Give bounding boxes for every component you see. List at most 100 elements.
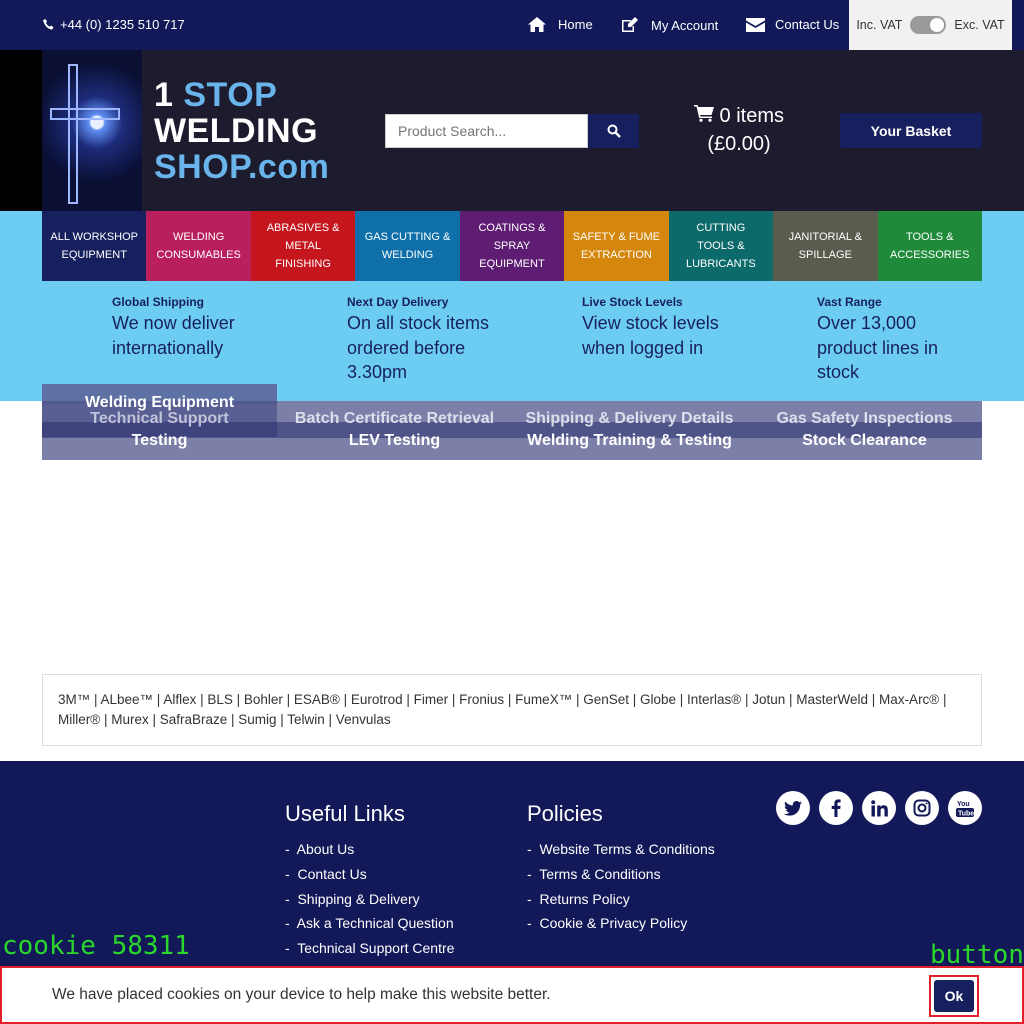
menu-lev-testing[interactable]: LEV Testing [277,432,512,450]
menu-shipping-delivery[interactable]: Shipping & Delivery Details [512,410,747,428]
policy-link[interactable]: Cookie & Privacy Policy [527,911,715,936]
benefit-title: Next Day Delivery [347,295,449,309]
cookie-ok-button[interactable]: Ok [934,980,974,1012]
category-label: LUBRICANTS [686,258,756,270]
category-label: WELDING [381,249,434,261]
linkedin-icon[interactable] [862,791,896,825]
policy-link[interactable]: Terms & Conditions [527,862,715,887]
category-label: CONSUMABLES [156,249,241,261]
category-tile[interactable]: TOOLS & ACCESSORIES [877,211,982,281]
category-label: EQUIPMENT [479,258,545,270]
welder-logo-image[interactable] [42,50,142,211]
category-label: TOOLS & [697,240,745,252]
menu-stock-clearance[interactable]: Stock Clearance [747,432,982,450]
benefit-vast-range: Vast Range Over 13,000 product lines in … [817,293,997,385]
category-label: WELDING [172,231,225,243]
category-label: JANITORIAL & [788,231,862,243]
policies-list: Website Terms & ConditionsTerms & Condit… [527,837,715,936]
envelope-icon [746,17,765,32]
footer-link[interactable]: Shipping & Delivery [285,887,482,912]
category-label: TOOLS & [905,231,954,243]
cookie-banner: We have placed cookies on your device to… [0,966,1024,1024]
cookie-message: We have placed cookies on your device to… [52,986,551,1003]
category-tile[interactable]: CUTTING TOOLS & LUBRICANTS [668,211,774,281]
footer-link[interactable]: Technical Support Centre [285,936,482,961]
policies: Policies Website Terms & ConditionsTerms… [527,801,715,936]
footer-link[interactable]: Ask a Technical Question [285,911,482,936]
menu-testing[interactable]: Testing [42,432,277,450]
logo-shop: SHOP.com [154,148,330,186]
policies-title: Policies [527,801,603,826]
site-logo[interactable]: 1 STOP WELDING SHOP.com [154,77,329,185]
benefit-line: stock [817,362,860,382]
svg-text:You: You [957,801,970,808]
category-label: METAL [285,240,322,252]
benefit-title: Global Shipping [112,295,204,309]
nav-home-label: Home [558,17,593,32]
menu-technical-support[interactable]: Technical Support [42,410,277,428]
benefit-stock-levels: Live Stock Levels View stock levels when… [582,293,762,360]
brands-list: 3M™ | ALbee™ | Alflex | BLS | Bohler | E… [42,674,982,746]
menu-welding-training[interactable]: Welding Training & Testing [512,432,747,450]
category-tile[interactable]: COATINGS & SPRAY EQUIPMENT [459,211,565,281]
brands-line[interactable]: 3M™ | ALbee™ | Alflex | BLS | Bohler | E… [58,690,966,710]
benefit-line: On all stock items [347,313,490,333]
category-tile[interactable]: SAFETY & FUME EXTRACTION [564,211,669,281]
category-tile[interactable]: ALL WORKSHOP EQUIPMENT [42,211,147,281]
menu-row-1: Technical Support Batch Certificate Retr… [42,410,982,428]
exc-vat-label: Exc. VAT [954,18,1005,32]
benefit-line: internationally [112,337,224,358]
instagram-icon[interactable] [905,791,939,825]
category-tile[interactable]: WELDING CONSUMABLES [146,211,251,281]
footer-link[interactable]: About Us [285,837,482,862]
menu-gas-safety[interactable]: Gas Safety Inspections [747,410,982,428]
policy-link[interactable]: Returns Policy [527,887,715,912]
vat-switch[interactable]: Inc. VAT Exc. VAT [849,0,1012,50]
benefit-title: Live Stock Levels [582,295,683,309]
search-icon [607,124,621,138]
menu-batch-certificate[interactable]: Batch Certificate Retrieval [277,410,512,428]
nav-account[interactable]: My Account [621,17,718,33]
search-button[interactable] [588,114,639,148]
nav-account-label: My Account [651,17,719,33]
category-tile[interactable]: ABRASIVES & METAL FINISHING [250,211,356,281]
category-tile[interactable]: JANITORIAL & SPILLAGE [773,211,878,281]
useful-links-list: About UsContact UsShipping & DeliveryAsk… [285,837,483,986]
header-edge [0,50,42,211]
basket-button[interactable]: Your Basket [840,113,982,148]
youtube-icon[interactable]: You Tube [948,791,982,825]
home-icon [528,17,546,32]
category-label: ALL WORKSHOP [50,231,139,243]
benefit-line: product lines in [817,337,939,358]
social-links: You Tube [776,791,982,825]
category-label: CUTTING [696,222,746,234]
cart-items: 0 items [719,105,785,127]
benefit-line: Over 13,000 [817,313,917,333]
nav-contact[interactable]: Contact Us [746,17,839,32]
phone-number[interactable]: +44 (0) 1235 510 717 [42,17,185,32]
ok-button-highlight: Ok [929,975,979,1017]
policy-link[interactable]: Website Terms & Conditions [527,837,714,862]
phone-icon [42,18,54,30]
category-tile[interactable]: GAS CUTTING & WELDING [355,211,460,281]
category-label: GAS CUTTING & [364,231,451,243]
vat-toggle[interactable] [910,16,947,34]
twitter-icon[interactable] [776,791,810,825]
benefit-line: View stock levels [582,313,719,333]
phone-text: +44 (0) 1235 510 717 [60,17,185,32]
logo-stop: STOP [183,76,278,114]
brands-line[interactable]: Miller® | Murex | SafraBraze | Sumig | T… [58,710,966,730]
benefits-strip: Global Shipping We now deliver internati… [112,293,992,393]
footer-link[interactable]: Contact Us [285,862,482,887]
menu-row-2: Testing LEV Testing Welding Training & T… [42,432,982,450]
category-label: EQUIPMENT [61,249,127,261]
facebook-icon[interactable] [819,791,853,825]
cart-summary[interactable]: 0 items (£0.00) [680,102,798,158]
search-input[interactable] [385,114,588,148]
category-label: EXTRACTION [580,249,652,261]
category-label: ABRASIVES & [266,222,340,234]
useful-links: Useful Links About UsContact UsShipping … [285,801,482,986]
nav-home[interactable]: Home [528,17,593,32]
site-header: 1 STOP WELDING SHOP.com 0 items (£0.00) … [0,50,1024,211]
logo-welding: WELDING [154,112,319,150]
